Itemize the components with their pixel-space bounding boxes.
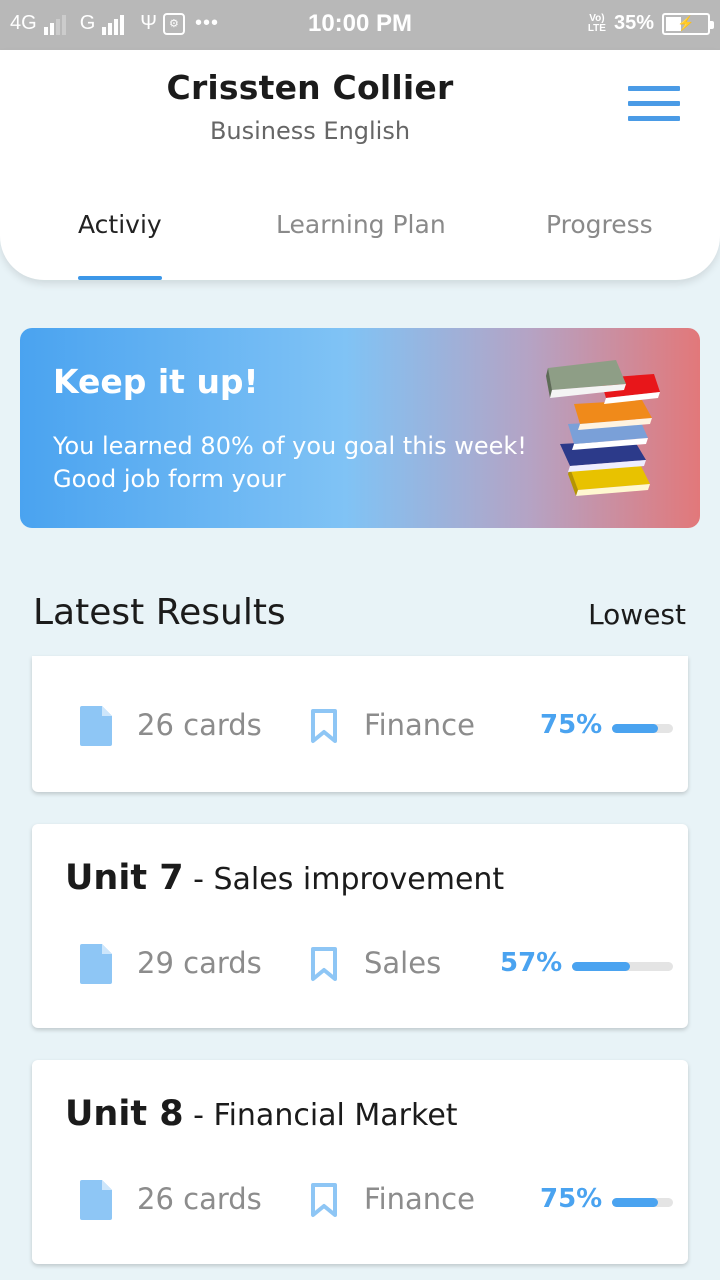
card-meta: 26 cards Finance 75% [32, 706, 688, 756]
volte-icon: Vo) LTE [587, 13, 606, 34]
cards-count: 26 cards [137, 708, 262, 742]
result-card[interactable]: Unit 7 - Sales improvement 29 cards Sale… [32, 824, 688, 1028]
document-icon [80, 1180, 112, 1220]
section-title: Latest Results [33, 592, 286, 633]
tab-learning-plan[interactable]: Learning Plan [276, 210, 446, 280]
tab-learning-plan-label: Learning Plan [276, 210, 446, 239]
banner-message: You learned 80% of you goal this week! G… [53, 430, 553, 496]
document-icon [80, 706, 112, 746]
user-name: Crissten Collier [166, 68, 454, 107]
progress-percent: 57% [500, 948, 563, 978]
progress-bar-fill [612, 1198, 658, 1207]
banner-line-1: You learned 80% of you goal this week! [53, 432, 527, 460]
unit-name: - Sales improvement [183, 862, 505, 897]
cards-count: 29 cards [137, 946, 262, 980]
banner-title: Keep it up! [53, 362, 259, 401]
result-card[interactable]: Unit 8 - Financial Market 26 cards Finan… [32, 1060, 688, 1264]
progress-bar [612, 1198, 673, 1207]
title-block: Crissten Collier Business English [0, 68, 620, 145]
banner-line-2: Good job form your [53, 465, 286, 493]
hamburger-menu-icon[interactable] [628, 86, 680, 122]
result-card[interactable]: 26 cards Finance 75% [32, 656, 688, 792]
unit-label: Unit 7 [65, 858, 184, 898]
tab-activity[interactable]: Activiy [78, 210, 162, 280]
books-illustration-icon [546, 360, 660, 496]
category-label: Finance [364, 708, 475, 742]
card-meta: 29 cards Sales 57% [32, 944, 688, 994]
battery-icon: ⚡ [662, 12, 714, 35]
course-name: Business English [209, 117, 411, 145]
card-title: Unit 7 - Sales improvement [65, 858, 504, 898]
unit-label: Unit 8 [65, 1094, 184, 1134]
progress-bar [572, 962, 673, 971]
tab-progress[interactable]: Progress [546, 210, 653, 280]
tab-progress-label: Progress [546, 210, 653, 239]
bookmark-icon [311, 1183, 337, 1217]
progress-percent: 75% [540, 710, 603, 740]
status-bar: 4G G Ψ ⚙ ••• 10:00 PM Vo) LTE 35% ⚡ [0, 0, 720, 50]
bookmark-icon [311, 947, 337, 981]
category-label: Sales [364, 946, 442, 980]
motivation-banner: Keep it up! You learned 80% of you goal … [20, 328, 700, 528]
progress-bar-fill [612, 724, 658, 733]
unit-name: - Financial Market [183, 1098, 458, 1133]
bookmark-icon [311, 709, 337, 743]
document-icon [80, 944, 112, 984]
progress-percent: 75% [540, 1184, 603, 1214]
battery-percent: 35% [613, 12, 654, 34]
volte-bottom: LTE [587, 22, 606, 34]
app-header: Crissten Collier Business English Activi… [0, 50, 720, 280]
sort-button[interactable]: Lowest [588, 598, 686, 631]
card-meta: 26 cards Finance 75% [32, 1180, 688, 1230]
progress-bar-fill [572, 962, 630, 971]
status-right: Vo) LTE 35% ⚡ [587, 12, 714, 35]
tab-activity-label: Activiy [78, 210, 162, 239]
category-label: Finance [364, 1182, 475, 1216]
card-title: Unit 8 - Financial Market [65, 1094, 458, 1134]
progress-bar [612, 724, 673, 733]
active-tab-indicator [78, 276, 162, 280]
cards-count: 26 cards [137, 1182, 262, 1216]
tab-bar: Activiy Learning Plan Progress [0, 210, 720, 280]
